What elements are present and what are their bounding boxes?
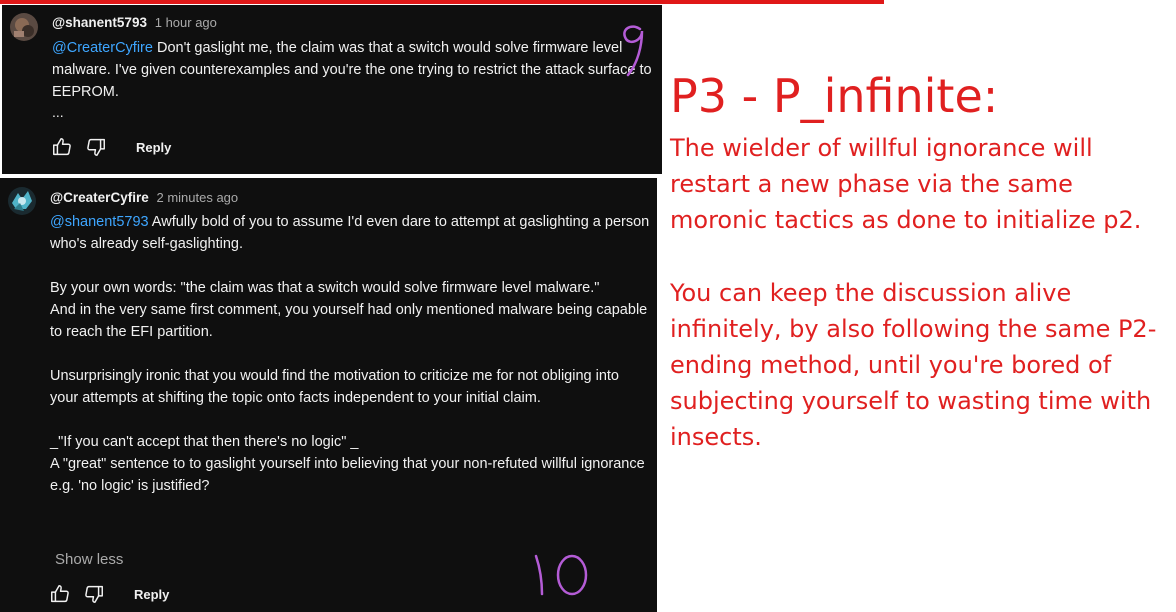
comment-actions: Reply: [48, 581, 169, 607]
comment-header: @CreaterCyfire 2 minutes ago: [50, 190, 238, 205]
top-red-line: [0, 0, 884, 4]
like-icon[interactable]: [48, 582, 72, 606]
mention-link[interactable]: @CreaterCyfire: [52, 40, 153, 56]
show-less-button[interactable]: Show less: [55, 551, 123, 568]
phase-note-2: You can keep the discussion alive infini…: [670, 279, 1157, 451]
avatar-shanent[interactable]: [10, 13, 38, 41]
handwritten-number-9: [623, 25, 644, 77]
comment-panel-2: @CreaterCyfire 2 minutes ago ​@shanent57…: [0, 178, 657, 612]
dislike-icon[interactable]: [84, 135, 108, 159]
comment-text: ​@shanent5793 Awfully bold of you to ass…: [50, 211, 650, 497]
reply-button[interactable]: Reply: [134, 587, 169, 602]
comment-paragraph-3: And in the very same first comment, you …: [50, 302, 652, 340]
comment-actions: Reply: [50, 134, 171, 160]
comment-text: ​@CreaterCyfire Don't gaslight me, the c…: [52, 37, 652, 103]
phase-title: P3 - P_infinite:: [670, 69, 999, 123]
dislike-icon[interactable]: [82, 582, 106, 606]
phase-note-1: The wielder of willful ignorance will re…: [670, 134, 1142, 234]
comment-panel-1: @shanent5793 1 hour ago ​@CreaterCyfire …: [2, 5, 662, 174]
comment-author[interactable]: @shanent5793: [52, 15, 147, 30]
comment-paragraph-6: A "great" sentence to to gaslight yourse…: [50, 456, 649, 494]
comment-header: @shanent5793 1 hour ago: [52, 15, 217, 30]
read-more-ellipsis[interactable]: ...: [52, 104, 64, 120]
comment-paragraph-5: _"If you can't accept that then there's …: [50, 434, 359, 450]
handwritten-number-10: [534, 554, 588, 596]
comment-time[interactable]: 1 hour ago: [155, 15, 217, 30]
avatar-createrCyfire[interactable]: [8, 187, 36, 215]
like-icon[interactable]: [50, 135, 74, 159]
reply-button[interactable]: Reply: [136, 140, 171, 155]
comment-time[interactable]: 2 minutes ago: [156, 190, 238, 205]
comment-paragraph-2: By your own words: "the claim was that a…: [50, 280, 600, 296]
comment-paragraph-4: Unsurprisingly ironic that you would fin…: [50, 368, 624, 406]
comment-author[interactable]: @CreaterCyfire: [50, 190, 149, 205]
mention-link[interactable]: @shanent5793: [50, 214, 149, 230]
